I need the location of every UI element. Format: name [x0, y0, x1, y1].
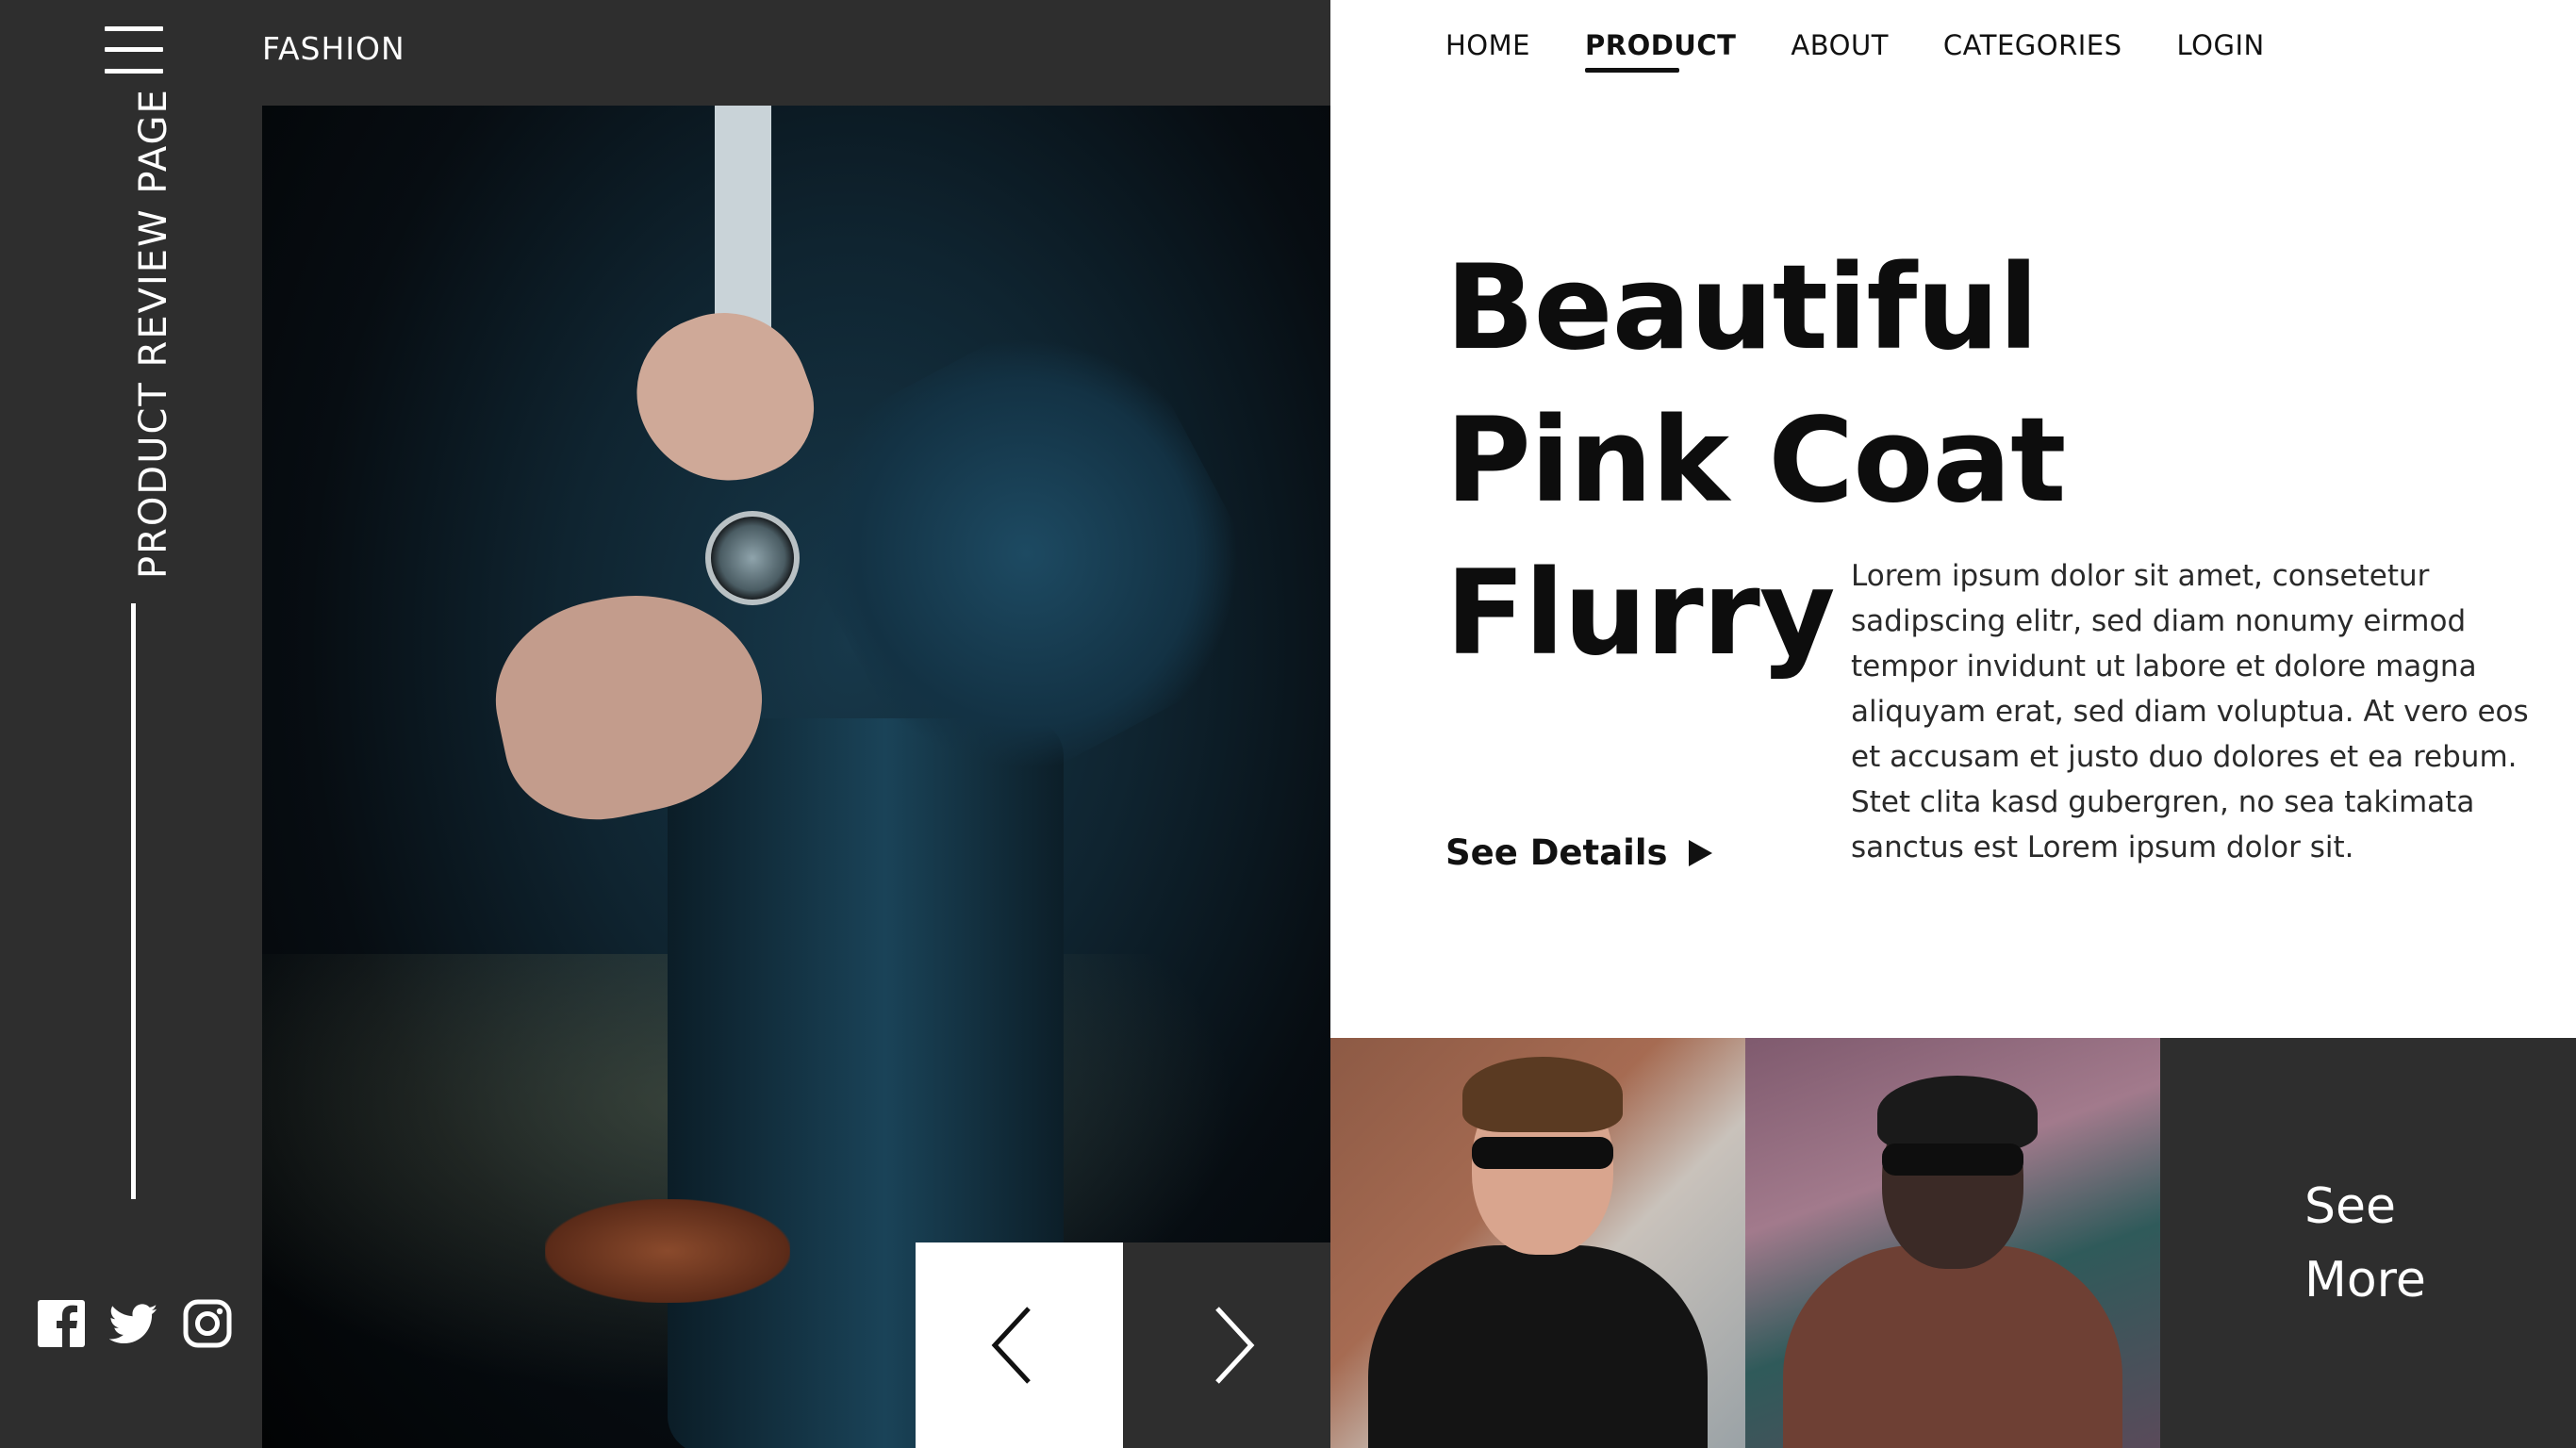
brand-logo[interactable]: FASHION [262, 28, 405, 70]
nav-categories[interactable]: CATEGORIES [1943, 26, 2122, 64]
product-description: Lorem ipsum dolor sit amet, consetetur s… [1851, 559, 2529, 864]
play-arrow-icon [1688, 840, 1712, 866]
decorative-divider [131, 603, 136, 1199]
see-more-button[interactable]: See More [2160, 1038, 2576, 1448]
page-type-label: PRODUCT REVIEW PAGE [132, 88, 175, 579]
instagram-icon[interactable] [183, 1299, 232, 1348]
top-navigation: HOME PRODUCT ABOUT CATEGORIES LOGIN [1445, 26, 2265, 73]
next-button[interactable] [1123, 1242, 1330, 1448]
twitter-icon[interactable] [108, 1299, 158, 1348]
nav-home[interactable]: HOME [1445, 26, 1530, 64]
nav-about[interactable]: ABOUT [1791, 26, 1889, 64]
sidebar: PRODUCT REVIEW PAGE [0, 0, 262, 1448]
chevron-left-icon [991, 1307, 1031, 1384]
gallery-thumbnail[interactable] [1745, 1038, 2160, 1448]
gallery-thumbnail[interactable] [1330, 1038, 1745, 1448]
see-more-label: See [2304, 1178, 2396, 1235]
see-more-label: More [2304, 1252, 2426, 1308]
nav-product[interactable]: PRODUCT [1584, 26, 1736, 73]
nav-login[interactable]: LOGIN [2177, 26, 2265, 64]
chevron-right-icon [1215, 1307, 1255, 1384]
product-title-line: Beautiful [1445, 240, 2039, 376]
facebook-icon[interactable] [37, 1299, 86, 1348]
see-details-label: See Details [1445, 832, 1668, 873]
previous-button[interactable] [916, 1242, 1123, 1448]
product-title-line: Pink Coat [1445, 393, 2066, 529]
menu-icon[interactable] [105, 26, 163, 74]
see-details-button[interactable]: See Details [1445, 830, 1713, 877]
